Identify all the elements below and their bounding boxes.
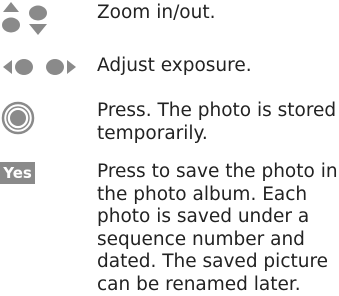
entry-exposure: Adjust exposure. [0,53,339,89]
entry-save-line-4: sequence number and [97,228,305,250]
nav-up-down-icon [0,0,92,40]
entry-save-line-2: the photo album. Each [97,183,308,205]
nav-left-right-icon [0,53,92,93]
entry-save-line-5: dated. The saved picture [97,251,329,272]
entry-save-line-1: Press to save the photo in [97,161,338,182]
entry-zoom: Zoom in/out. [0,0,339,40]
entry-press: Press. The photo is stored temporarily. [0,100,339,160]
entry-save-line-3: photo is saved under a [97,206,310,227]
entry-save-text: Press to save the photo in the photo alb… [97,161,338,296]
entry-save: Yes Press to save the photo in the photo… [0,161,339,296]
center-press-icon [0,100,92,140]
entry-exposure-line-1: Adjust exposure. [97,55,252,76]
entry-exposure-text: Adjust exposure. [97,55,337,78]
entry-save-line-6: can be renamed later. [97,273,301,295]
yes-softkey: Yes [0,162,35,184]
entry-press-line-1: Press. The photo is stored [97,100,337,121]
entry-zoom-text: Zoom in/out. [97,2,337,25]
entry-press-text: Press. The photo is stored temporarily. [97,100,337,145]
entry-zoom-line-1: Zoom in/out. [97,2,216,23]
entry-press-line-2: temporarily. [97,122,208,144]
